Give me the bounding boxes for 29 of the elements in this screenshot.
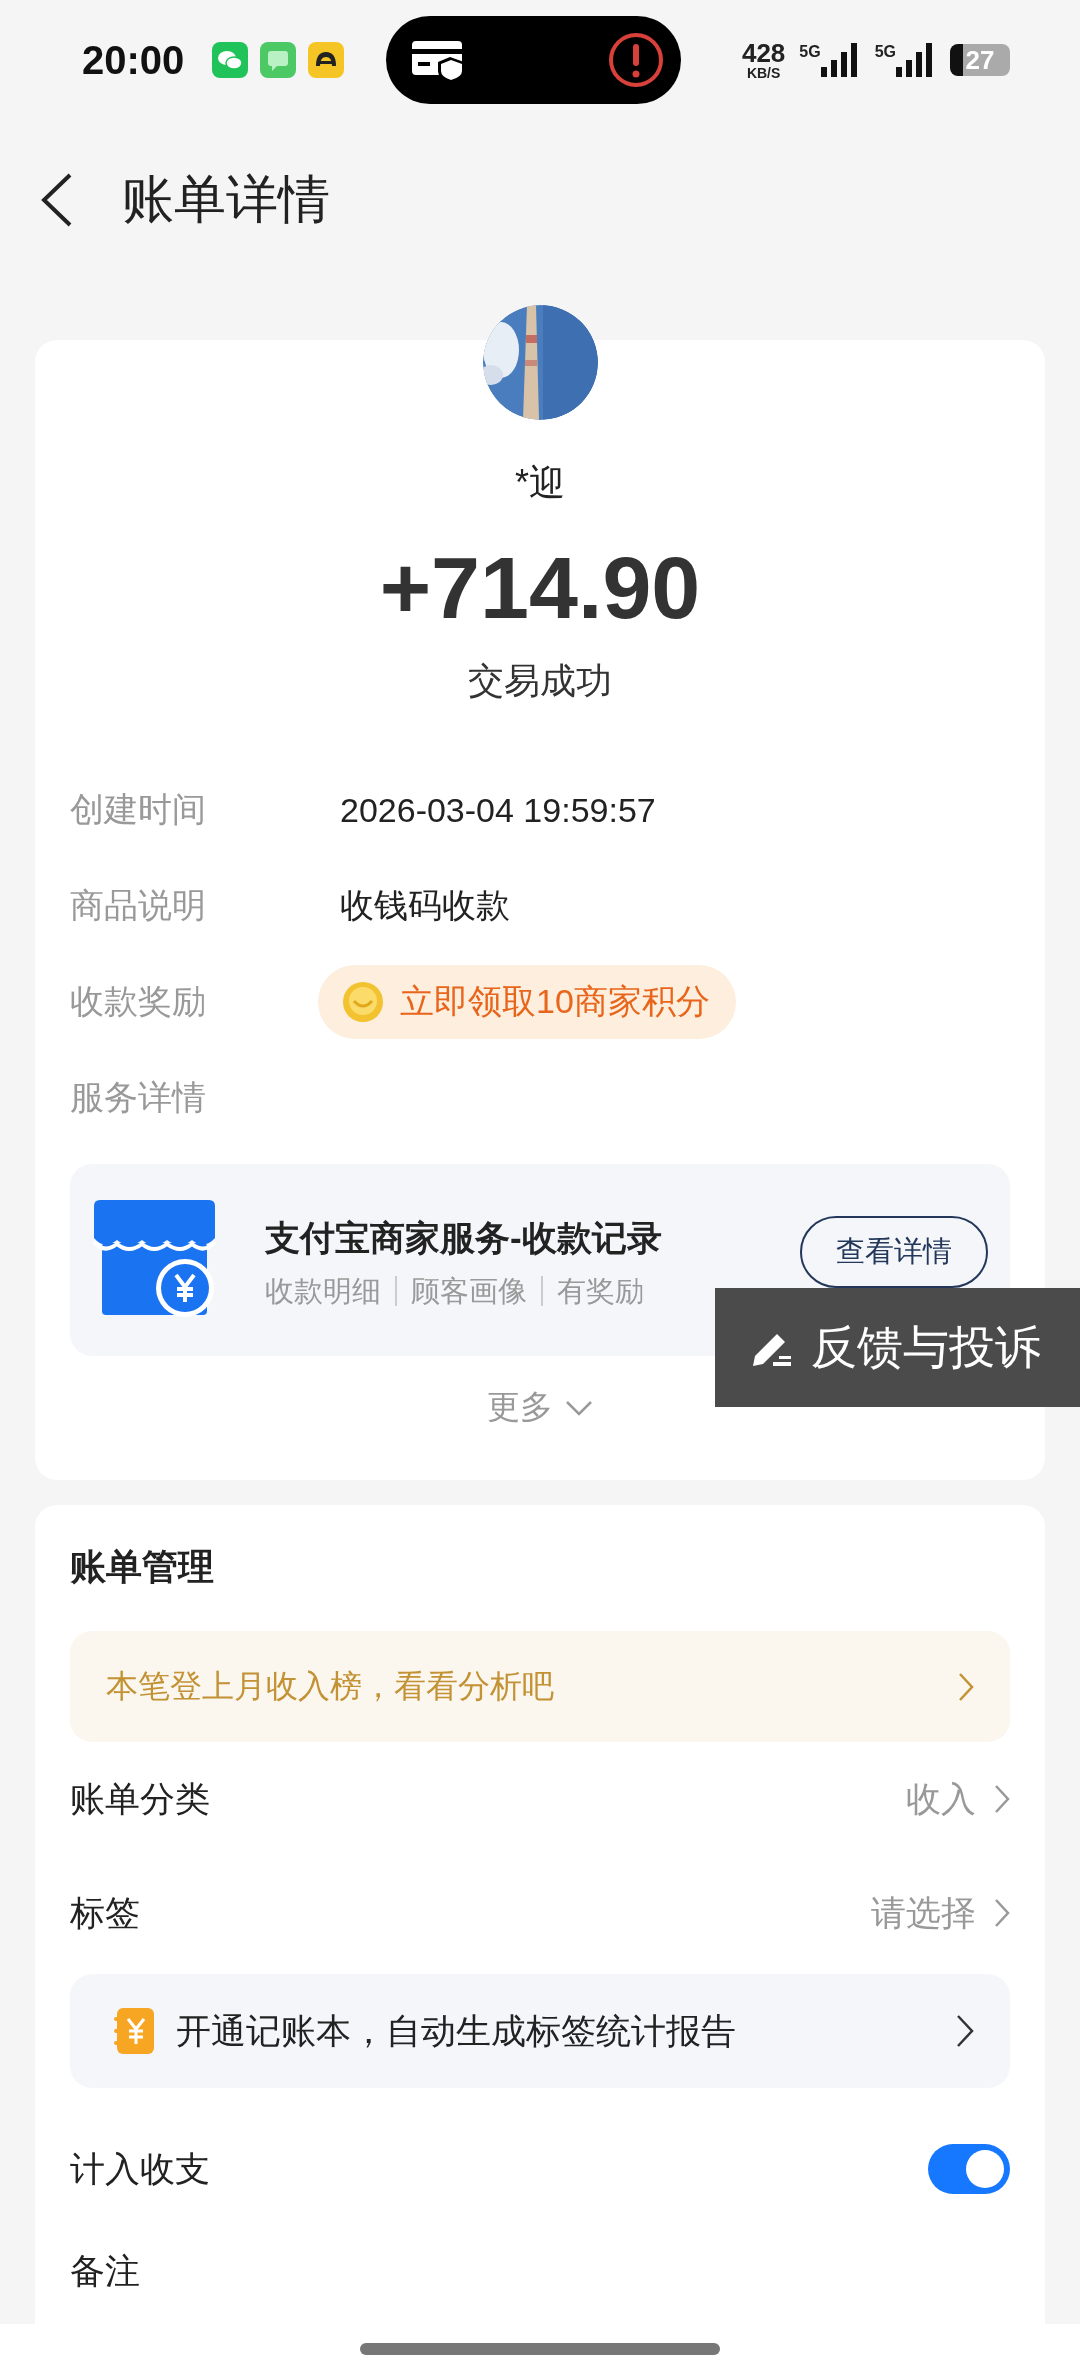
battery-icon: 27 xyxy=(950,44,1010,76)
payer-name: *迎 xyxy=(515,461,565,505)
banner-text: 本笔登上月收入榜，看看分析吧 xyxy=(106,1666,554,1706)
setting-value: 收入 xyxy=(906,1777,976,1820)
setting-label: 标签 xyxy=(70,1891,140,1934)
setting-label: 账单分类 xyxy=(70,1777,210,1820)
amount: +714.90 xyxy=(379,538,701,638)
setting-label: 计入收支 xyxy=(70,2147,210,2190)
detail-value: 2026-03-04 19:59:57 xyxy=(340,790,656,830)
detail-label: 创建时间 xyxy=(70,789,207,830)
detail-label: 商品说明 xyxy=(70,885,207,926)
service-tag: 有奖励 xyxy=(541,1275,658,1306)
service-tag: 收款明细 xyxy=(265,1275,395,1306)
service-title: 支付宝商家服务-收款记录 xyxy=(265,1216,662,1259)
network-speed: 428 xyxy=(741,40,786,66)
page-title: 账单详情 xyxy=(122,169,330,230)
network-type: 5G xyxy=(874,43,896,61)
detail-label: 收款奖励 xyxy=(70,981,207,1022)
detail-value: 收钱码收款 xyxy=(340,885,510,926)
network-type: 5G xyxy=(799,43,821,61)
setting-label: 备注 xyxy=(70,2249,140,2292)
notebook-promo-text: 开通记账本，自动生成标签统计报告 xyxy=(176,2009,736,2052)
section-title: 账单管理 xyxy=(70,1545,215,1589)
status-time: 20:00 xyxy=(82,37,185,83)
transaction-status: 交易成功 xyxy=(468,659,612,703)
service-tag: 顾客画像 xyxy=(395,1275,541,1306)
network-unit: KB/S xyxy=(746,66,781,80)
detail-label: 服务详情 xyxy=(70,1077,207,1118)
setting-value: 请选择 xyxy=(871,1891,976,1934)
